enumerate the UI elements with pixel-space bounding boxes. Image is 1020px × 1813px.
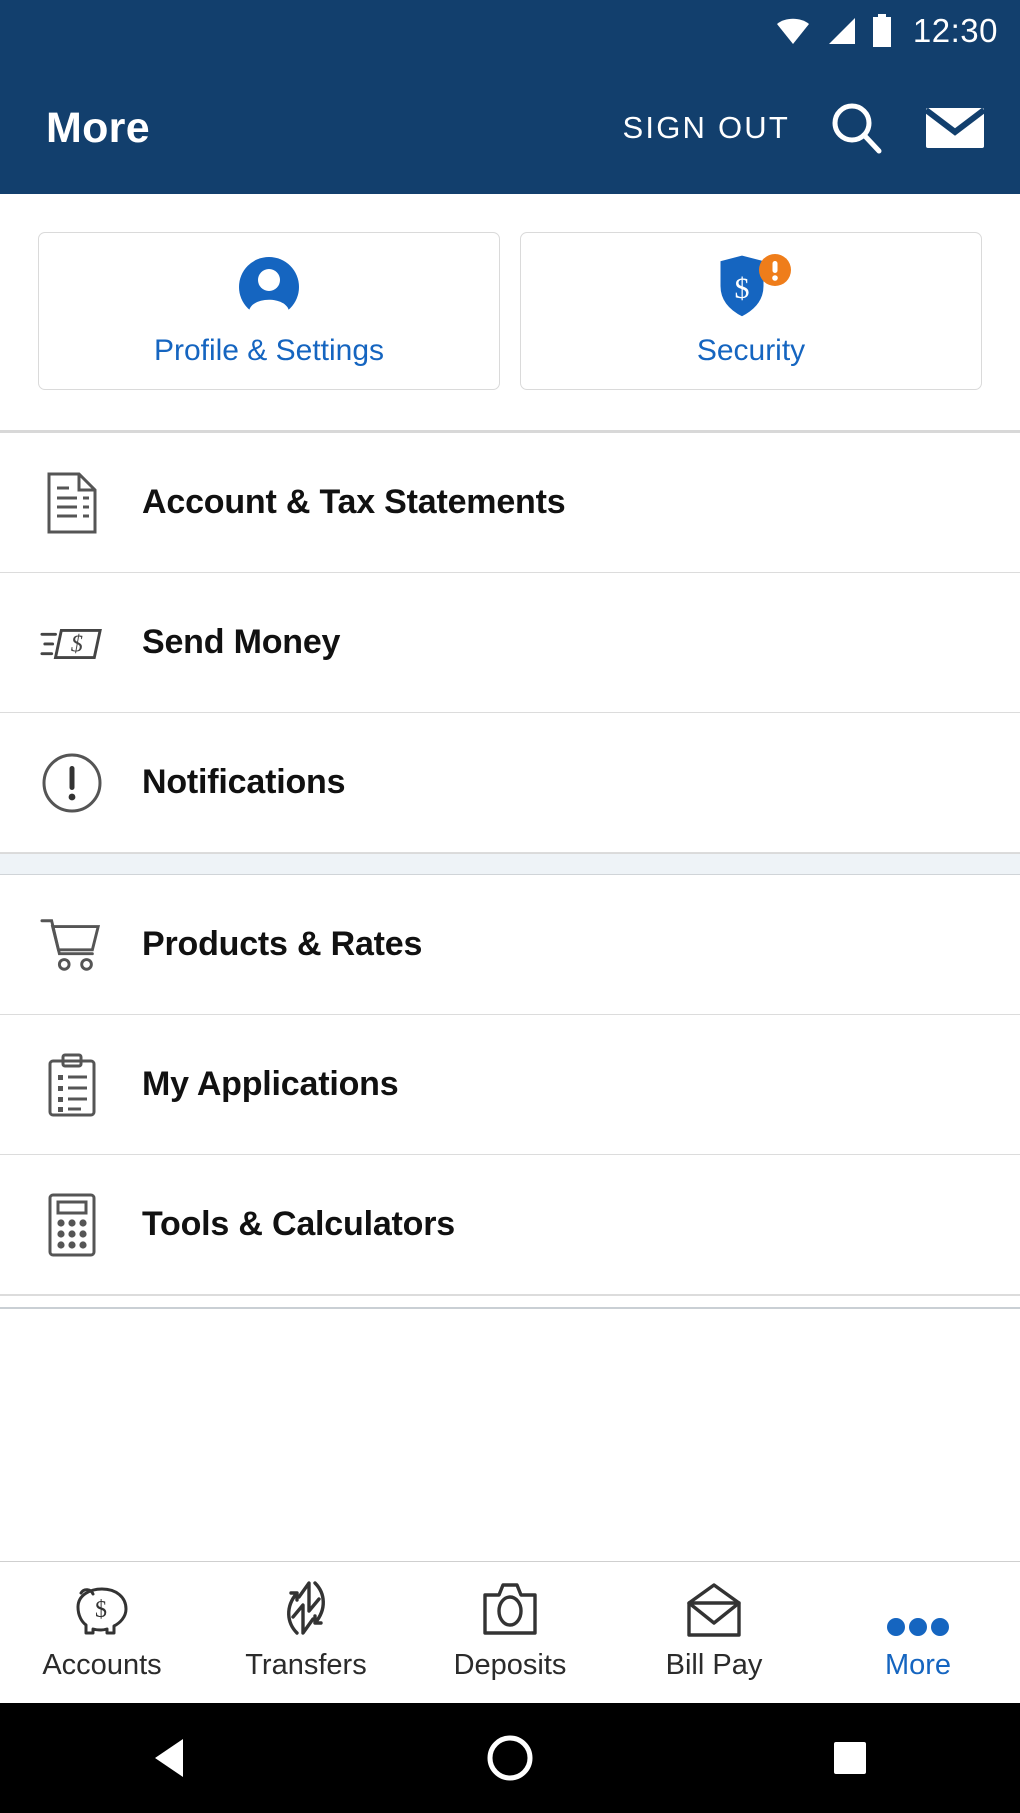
card-security[interactable]: $ Security bbox=[520, 232, 982, 390]
transfer-arrows-icon bbox=[277, 1581, 335, 1637]
app-root: 12:30 More SIGN OUT Profile & Settings $… bbox=[0, 0, 1020, 1813]
nav-item-transfers[interactable]: Transfers bbox=[204, 1562, 408, 1703]
app-bar: More SIGN OUT bbox=[0, 62, 1020, 194]
menu-item-send-money[interactable]: $ Send Money bbox=[0, 573, 1020, 713]
document-icon bbox=[40, 472, 104, 534]
search-icon[interactable] bbox=[828, 99, 886, 157]
nav-item-label: Deposits bbox=[453, 1649, 567, 1681]
card-profile-settings[interactable]: Profile & Settings bbox=[38, 232, 500, 390]
card-label: Profile & Settings bbox=[153, 334, 385, 367]
clipboard-icon bbox=[40, 1053, 104, 1117]
svg-text:$: $ bbox=[95, 1597, 107, 1623]
recents-square-icon[interactable] bbox=[790, 1739, 910, 1777]
menu-item-notifications[interactable]: Notifications bbox=[0, 713, 1020, 853]
status-bar: 12:30 bbox=[0, 0, 1020, 62]
nav-item-deposits[interactable]: Deposits bbox=[408, 1562, 612, 1703]
back-triangle-icon[interactable] bbox=[110, 1737, 230, 1779]
quick-action-cards: Profile & Settings $ Security bbox=[0, 194, 1020, 430]
cellular-signal-icon bbox=[825, 16, 857, 46]
calculator-icon bbox=[40, 1193, 104, 1257]
svg-text:$: $ bbox=[71, 630, 83, 657]
nav-item-label: Accounts bbox=[42, 1649, 162, 1681]
main-content: Profile & Settings $ Security Account & … bbox=[0, 194, 1020, 1561]
menu-item-label: Send Money bbox=[142, 623, 341, 661]
person-circle-icon bbox=[238, 254, 300, 320]
nav-item-label: Bill Pay bbox=[665, 1649, 763, 1681]
shield-dollar-icon: $ bbox=[709, 254, 793, 320]
list-scroll-edge bbox=[0, 1295, 1020, 1309]
nav-item-bill-pay[interactable]: Bill Pay bbox=[612, 1562, 816, 1703]
page-title: More bbox=[46, 103, 150, 152]
status-bar-clock: 12:30 bbox=[912, 12, 998, 49]
menu-item-label: Account & Tax Statements bbox=[142, 483, 566, 521]
menu-item-my-applications[interactable]: My Applications bbox=[0, 1015, 1020, 1155]
shopping-cart-icon bbox=[40, 916, 104, 974]
bottom-navigation: $ Accounts Transfers Deposits Bill Pay M… bbox=[0, 1561, 1020, 1703]
envelope-icon[interactable] bbox=[924, 104, 986, 152]
sign-out-button[interactable]: SIGN OUT bbox=[623, 110, 790, 146]
menu-item-products-rates[interactable]: Products & Rates bbox=[0, 875, 1020, 1015]
nav-item-accounts[interactable]: $ Accounts bbox=[0, 1562, 204, 1703]
wifi-icon bbox=[775, 16, 811, 46]
open-envelope-icon bbox=[685, 1583, 743, 1637]
menu-item-label: My Applications bbox=[142, 1065, 399, 1103]
menu-item-label: Products & Rates bbox=[142, 925, 423, 963]
menu-group-primary: Account & Tax Statements $ Send Money No… bbox=[0, 433, 1020, 853]
piggy-bank-icon: $ bbox=[72, 1583, 132, 1637]
card-label: Security bbox=[696, 334, 806, 367]
alert-circle-icon bbox=[40, 752, 104, 814]
android-system-nav bbox=[0, 1703, 1020, 1813]
nav-item-label: More bbox=[884, 1649, 952, 1681]
battery-icon bbox=[871, 14, 893, 48]
app-bar-actions: SIGN OUT bbox=[623, 99, 986, 157]
menu-item-label: Notifications bbox=[142, 763, 346, 801]
menu-item-label: Tools & Calculators bbox=[142, 1205, 455, 1243]
svg-text:$: $ bbox=[735, 272, 750, 305]
nav-item-more[interactable]: More bbox=[816, 1562, 1020, 1703]
menu-group-secondary: Products & Rates My Applications Tools &… bbox=[0, 875, 1020, 1295]
camera-icon bbox=[481, 1583, 539, 1637]
nav-item-label: Transfers bbox=[245, 1649, 367, 1681]
menu-item-tools-calculators[interactable]: Tools & Calculators bbox=[0, 1155, 1020, 1295]
more-dots-icon bbox=[885, 1583, 951, 1637]
menu-group-separator bbox=[0, 853, 1020, 875]
home-circle-icon[interactable] bbox=[450, 1734, 570, 1782]
menu-item-account-tax-statements[interactable]: Account & Tax Statements bbox=[0, 433, 1020, 573]
money-send-icon: $ bbox=[40, 620, 104, 666]
